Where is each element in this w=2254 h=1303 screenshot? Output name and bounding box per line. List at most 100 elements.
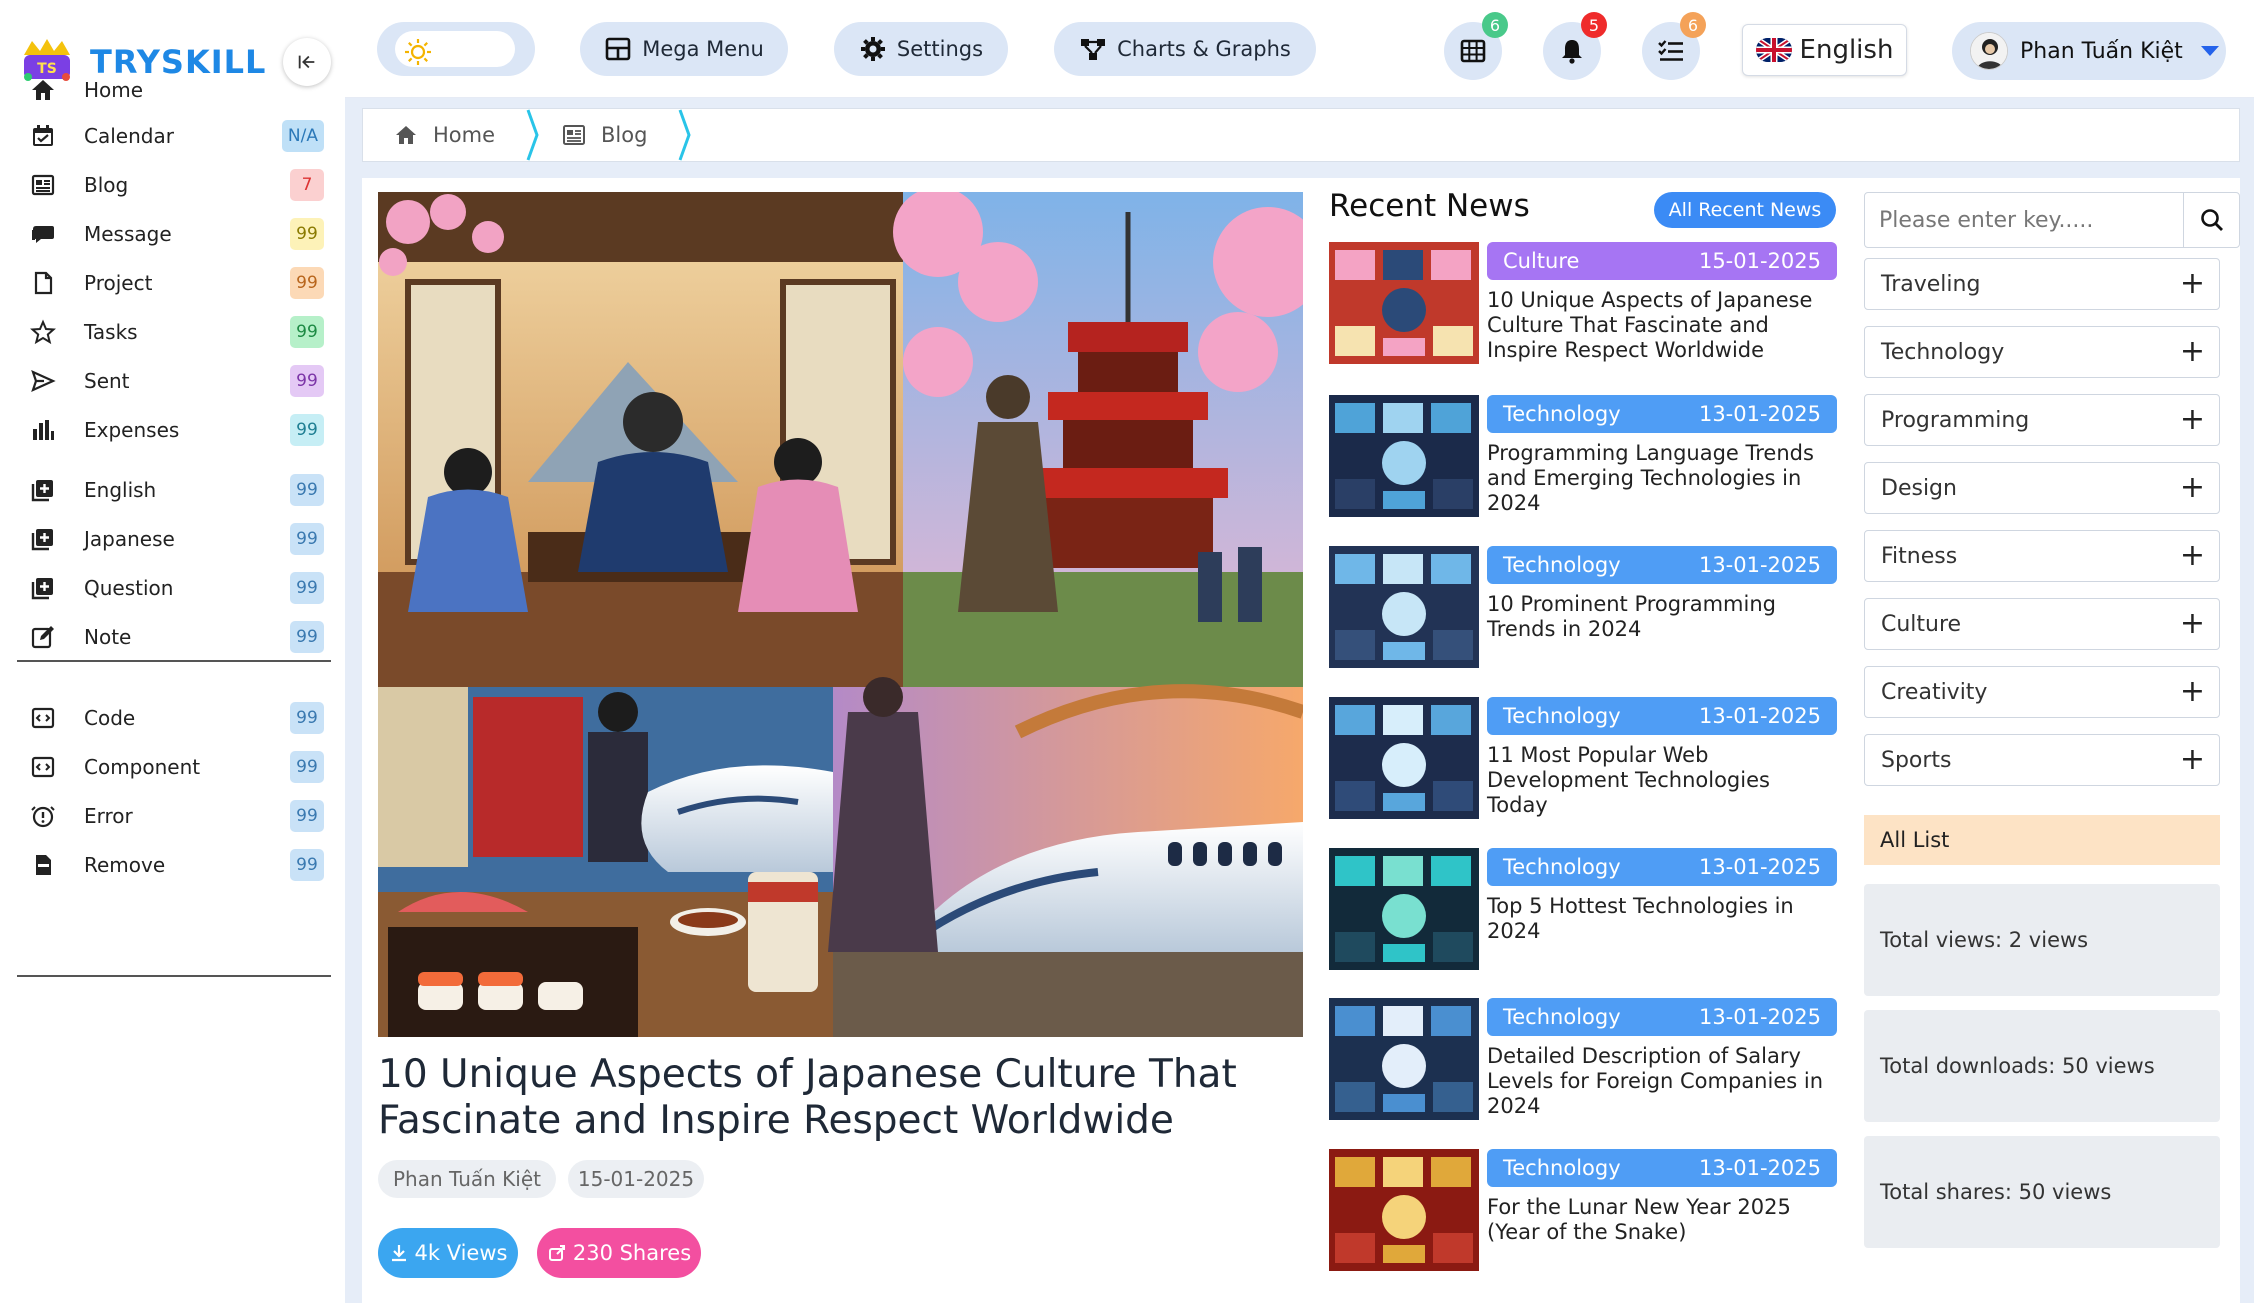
user-menu[interactable]: Phan Tuấn Kiệt	[1952, 22, 2226, 80]
news-item[interactable]: Technology 13-01-2025 For the Lunar New Ye…	[1329, 1149, 1837, 1271]
news-title[interactable]: For the Lunar New Year 2025 (Year of the…	[1487, 1195, 1837, 1245]
sidebar-item-question[interactable]: Question 99	[18, 560, 328, 616]
views-button[interactable]: 4k Views	[378, 1228, 518, 1278]
apps-button[interactable]: 6	[1444, 12, 1508, 80]
news-item[interactable]: Technology 13-01-2025 10 Prominent Program…	[1329, 546, 1837, 668]
news-category-tag[interactable]: Technology 13-01-2025	[1487, 546, 1837, 584]
sidebar-item-blog[interactable]: Blog 7	[18, 157, 328, 213]
sidebar-item-label: Tasks	[84, 320, 138, 344]
news-category: Technology	[1503, 553, 1621, 577]
grid-window-icon	[605, 37, 631, 61]
theme-toggle[interactable]	[377, 22, 535, 76]
all-recent-news-button[interactable]: All Recent News	[1654, 192, 1836, 228]
sidebar-item-badge: 99	[290, 572, 324, 604]
news-category-tag[interactable]: Technology 13-01-2025	[1487, 998, 1837, 1036]
views-label: 4k Views	[414, 1241, 508, 1265]
search-button[interactable]	[2183, 193, 2239, 247]
minus-box-icon	[18, 852, 72, 878]
search-input[interactable]	[1865, 193, 2183, 247]
sidebar-item-badge: 99	[290, 267, 324, 299]
sidebar-item-japanese[interactable]: Japanese 99	[18, 511, 328, 567]
avatar	[1970, 32, 2008, 70]
news-title[interactable]: 10 Prominent Programming Trends in 2024	[1487, 592, 1837, 642]
breadcrumb-home[interactable]: Home	[363, 109, 495, 161]
news-category-tag[interactable]: Culture 15-01-2025	[1487, 242, 1837, 280]
news-item[interactable]: Culture 15-01-2025 10 Unique Aspects of Ja…	[1329, 242, 1837, 364]
sidebar-item-remove[interactable]: Remove 99	[18, 837, 328, 893]
plus-icon: +	[2179, 470, 2205, 505]
news-title[interactable]: Top 5 Hottest Technologies in 2024	[1487, 894, 1837, 944]
category-programming[interactable]: Programming +	[1864, 394, 2220, 446]
news-thumbnail[interactable]	[1329, 848, 1479, 970]
news-title[interactable]: Programming Language Trends and Emerging…	[1487, 441, 1837, 516]
category-technology[interactable]: Technology +	[1864, 326, 2220, 378]
news-category-tag[interactable]: Technology 13-01-2025	[1487, 1149, 1837, 1187]
news-category-tag[interactable]: Technology 13-01-2025	[1487, 395, 1837, 433]
sidebar-item-label: Expenses	[84, 418, 180, 442]
category-design[interactable]: Design +	[1864, 462, 2220, 514]
category-culture[interactable]: Culture +	[1864, 598, 2220, 650]
total-stat: Total shares: 50 views	[1864, 1136, 2220, 1248]
news-category: Technology	[1503, 704, 1621, 728]
category-traveling[interactable]: Traveling +	[1864, 258, 2220, 310]
sidebar-item-message[interactable]: Message 99	[18, 206, 328, 262]
mega-menu-button[interactable]: Mega Menu	[580, 22, 788, 76]
category-label: Design	[1881, 475, 1957, 501]
bell-icon	[1562, 40, 1582, 64]
category-label: Technology	[1881, 339, 2005, 365]
news-thumbnail[interactable]	[1329, 242, 1479, 364]
news-item[interactable]: Technology 13-01-2025 11 Most Popular Web …	[1329, 697, 1837, 819]
bar-chart-icon	[18, 417, 72, 443]
plus-icon: +	[2179, 606, 2205, 641]
news-item[interactable]: Technology 13-01-2025 Top 5 Hottest Techno…	[1329, 848, 1837, 970]
news-item[interactable]: Technology 13-01-2025 Programming Language…	[1329, 395, 1837, 517]
sidebar-item-badge: 99	[290, 316, 324, 348]
news-category: Technology	[1503, 855, 1621, 879]
breadcrumb-blog[interactable]: Blog	[541, 109, 647, 161]
sidebar-item-english[interactable]: English 99	[18, 462, 328, 518]
category-fitness[interactable]: Fitness +	[1864, 530, 2220, 582]
sidebar-item-label: Home	[84, 78, 144, 102]
notifications-button[interactable]: 5	[1543, 12, 1607, 80]
category-creativity[interactable]: Creativity +	[1864, 666, 2220, 718]
sidebar-item-error[interactable]: Error 99	[18, 788, 328, 844]
sidebar-item-note[interactable]: Note 99	[18, 609, 328, 665]
news-category-tag[interactable]: Technology 13-01-2025	[1487, 848, 1837, 886]
charts-graphs-button[interactable]: Charts & Graphs	[1054, 22, 1316, 76]
sidebar-item-code[interactable]: Code 99	[18, 690, 328, 746]
sidebar-item-badge: 99	[290, 218, 324, 250]
category-label: Creativity	[1881, 679, 1988, 705]
sidebar-item-sent[interactable]: Sent 99	[18, 353, 328, 409]
tasks-button[interactable]: 6	[1642, 12, 1706, 80]
sidebar-divider	[17, 660, 331, 662]
settings-button[interactable]: Settings	[834, 22, 1008, 76]
sidebar-item-project[interactable]: Project 99	[18, 255, 328, 311]
category-sports[interactable]: Sports +	[1864, 734, 2220, 786]
plus-icon: +	[2179, 402, 2205, 437]
sidebar-item-label: Project	[84, 271, 153, 295]
news-title[interactable]: 11 Most Popular Web Development Technolo…	[1487, 743, 1837, 818]
news-item[interactable]: Technology 13-01-2025 Detailed Description…	[1329, 998, 1837, 1120]
sidebar-item-component[interactable]: Component 99	[18, 739, 328, 795]
newspaper-icon	[18, 172, 72, 198]
news-thumbnail[interactable]	[1329, 546, 1479, 668]
news-title[interactable]: 10 Unique Aspects of Japanese Culture Th…	[1487, 288, 1837, 363]
news-thumbnail[interactable]	[1329, 998, 1479, 1120]
sidebar-item-calendar[interactable]: Calendar N/A	[18, 108, 328, 164]
plus-icon: +	[2179, 742, 2205, 777]
sidebar-item-expenses[interactable]: Expenses 99	[18, 402, 328, 458]
sidebar-item-tasks[interactable]: Tasks 99	[18, 304, 328, 360]
language-selector[interactable]: English	[1742, 24, 1907, 76]
shares-button[interactable]: 230 Shares	[537, 1228, 701, 1278]
news-thumbnail[interactable]	[1329, 395, 1479, 517]
sidebar-divider	[17, 975, 331, 977]
sidebar: TS TRYSKILL Home Calendar N/A Blog 7 Message 9…	[0, 0, 345, 1303]
news-category-tag[interactable]: Technology 13-01-2025	[1487, 697, 1837, 735]
sidebar-item-label: English	[84, 478, 157, 502]
news-thumbnail[interactable]	[1329, 697, 1479, 819]
news-thumbnail[interactable]	[1329, 1149, 1479, 1271]
sidebar-item-label: Remove	[84, 853, 166, 877]
featured-title[interactable]: 10 Unique Aspects of Japanese Culture Th…	[378, 1052, 1303, 1144]
news-title[interactable]: Detailed Description of Salary Levels fo…	[1487, 1044, 1837, 1119]
featured-image[interactable]	[378, 192, 1303, 1037]
